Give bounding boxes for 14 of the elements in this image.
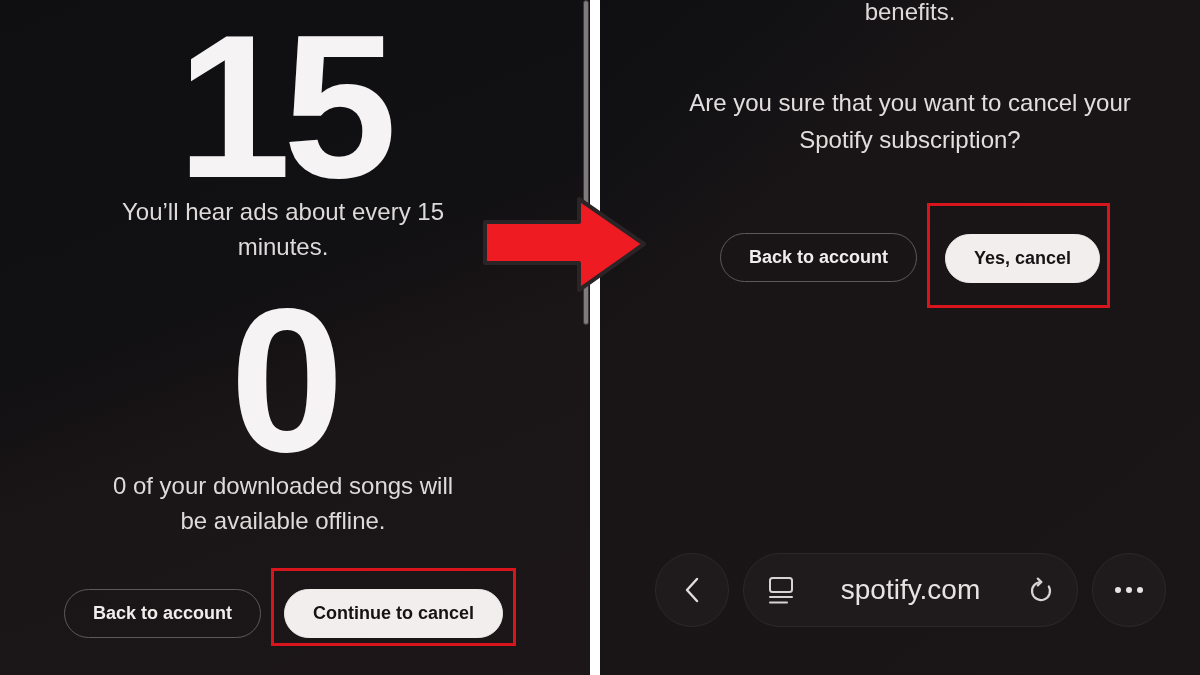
- reload-icon[interactable]: [1028, 577, 1053, 603]
- stat-caption: You’ll hear ads about every 15 minutes.: [121, 197, 445, 262]
- body-text: benefits.: [864, 0, 956, 24]
- more-icon: [1114, 587, 1143, 593]
- stat-number: 15: [177, 24, 389, 188]
- stat-number: 0: [230, 298, 336, 462]
- address-bar[interactable]: spotify.com: [742, 553, 1078, 627]
- question-text: Are you sure that you want to cancel your Spotify subscription?: [688, 88, 1132, 155]
- confirm-button[interactable]: Continue to cancel: [284, 589, 504, 638]
- url-text: spotify.com: [840, 574, 981, 606]
- chevron-left-icon: [684, 577, 699, 603]
- stat-caption: 0 of your downloaded songs will be available offline.: [111, 471, 455, 536]
- confirm-button[interactable]: Yes, cancel: [945, 234, 1101, 283]
- page-icon[interactable]: [768, 576, 793, 604]
